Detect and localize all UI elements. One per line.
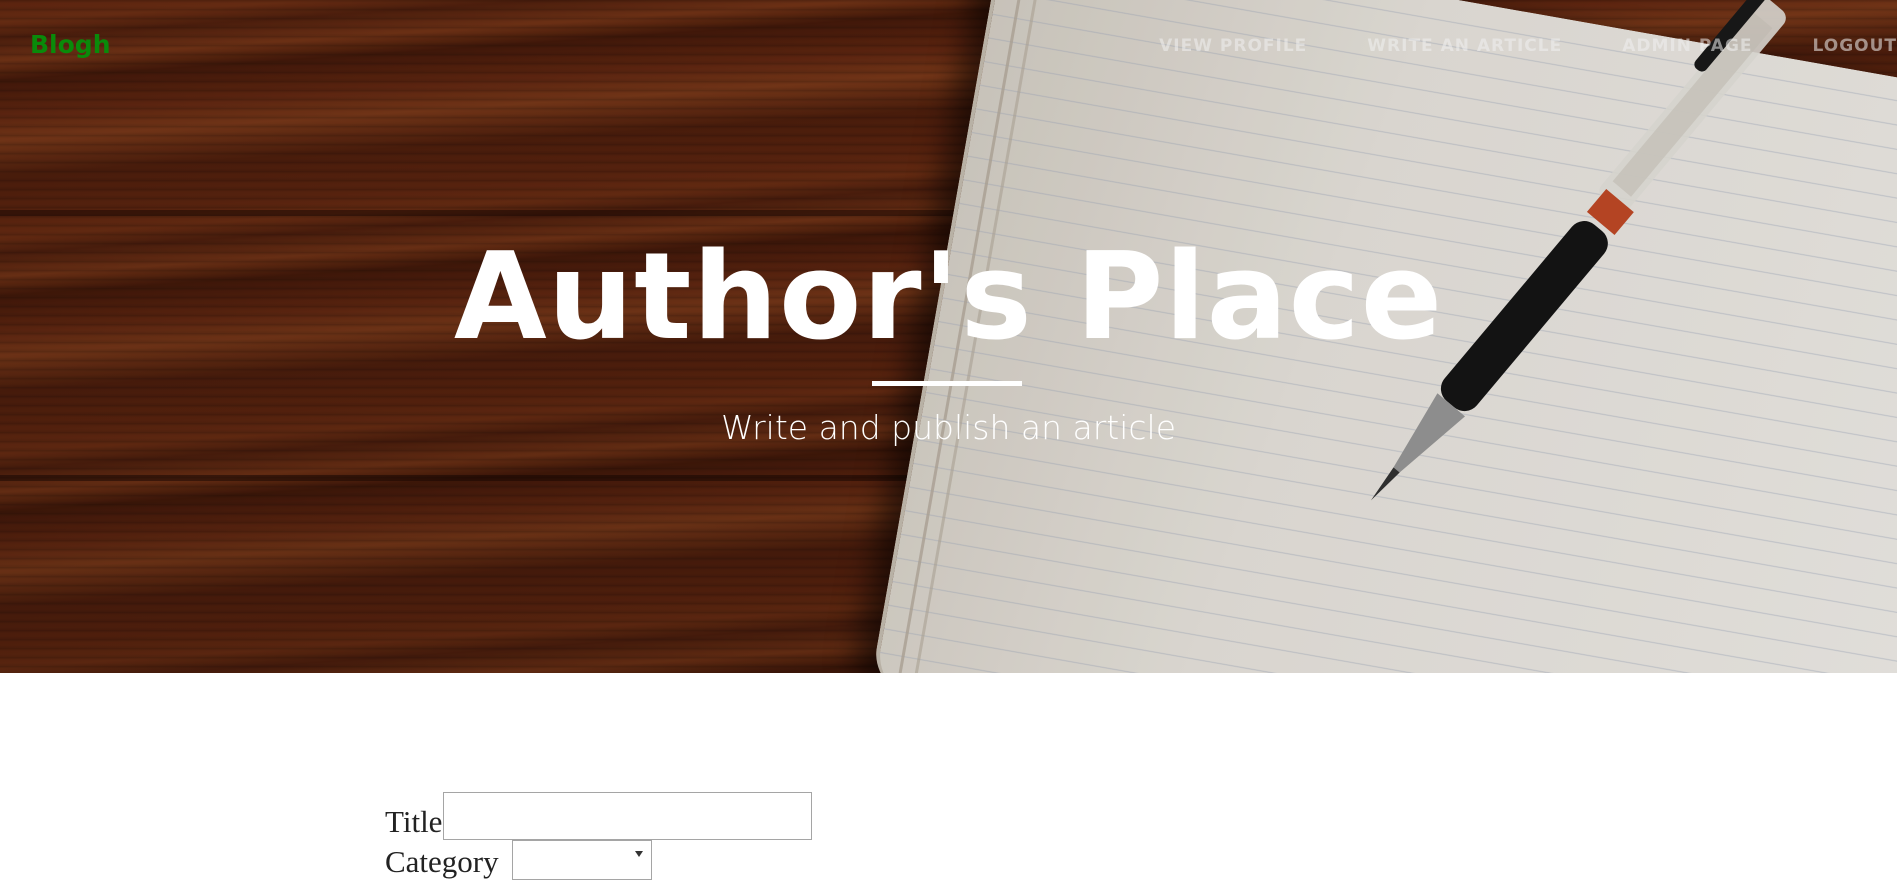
nav-logout[interactable]: LOGOUT (1813, 36, 1897, 56)
page-subtitle: Write and publish an article (720, 408, 1177, 447)
brand-logo[interactable]: Blogh (30, 30, 111, 59)
category-select[interactable] (511, 840, 652, 880)
top-navbar: Blogh VIEW PROFILE WRITE AN ARTICLE ADMI… (0, 0, 1897, 96)
category-row: Category (385, 840, 812, 880)
nav-write-article[interactable]: WRITE AN ARTICLE (1367, 36, 1562, 56)
title-row: Title (385, 792, 813, 840)
article-form: Title Category (385, 792, 813, 880)
title-divider (872, 381, 1022, 386)
page-title: Author's Place (453, 228, 1444, 367)
chevron-down-icon (634, 851, 643, 857)
title-label: Title (385, 804, 443, 839)
nav-view-profile[interactable]: VIEW PROFILE (1159, 36, 1307, 56)
nav-admin-page[interactable]: ADMIN PAGE (1622, 36, 1752, 56)
title-input[interactable] (443, 792, 813, 840)
nav-links: VIEW PROFILE WRITE AN ARTICLE ADMIN PAGE… (1099, 36, 1897, 56)
category-label: Category (385, 844, 499, 879)
